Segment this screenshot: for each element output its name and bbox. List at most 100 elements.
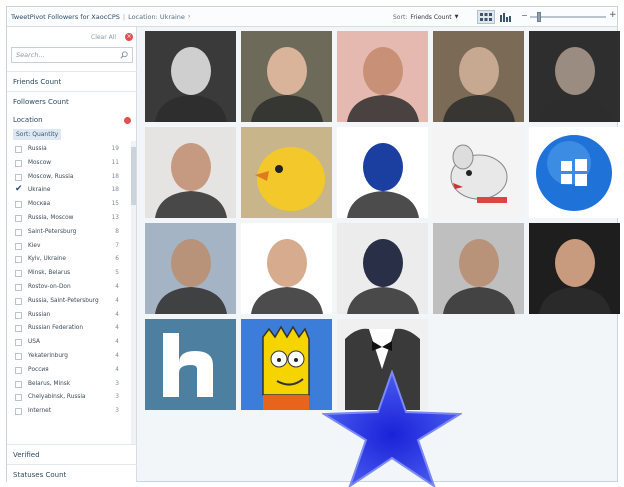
- location-item[interactable]: Russian Federation 4: [7, 322, 131, 336]
- location-item[interactable]: Россия 4: [7, 364, 131, 378]
- avatar: [337, 127, 428, 218]
- grid-view-button[interactable]: [477, 10, 495, 24]
- location-item[interactable]: Russian 4: [7, 309, 131, 323]
- location-checkbox[interactable]: [15, 159, 22, 167]
- avatar-tile-man-outdoors[interactable]: [433, 223, 524, 314]
- location-item[interactable]: Yekaterinburg 4: [7, 350, 131, 364]
- zoom-out-button[interactable]: −: [521, 11, 528, 20]
- location-checkbox[interactable]: [15, 146, 22, 153]
- location-item[interactable]: USA 4: [7, 336, 131, 350]
- location-item[interactable]: Москва 15: [7, 198, 131, 212]
- facet-friends-count[interactable]: Friends Count: [7, 71, 137, 91]
- facet-title: Friends Count: [13, 78, 62, 86]
- clear-filter-icon[interactable]: [124, 117, 131, 124]
- avatar-tile-windows-logo[interactable]: [529, 127, 620, 218]
- avatar: [241, 223, 332, 314]
- location-checkbox[interactable]: [15, 256, 22, 264]
- avatar-tile-man-dark-bg[interactable]: [529, 223, 620, 314]
- avatar-tile-young-man[interactable]: [241, 31, 332, 122]
- location-checkbox[interactable]: [15, 366, 22, 374]
- location-count: 19: [111, 146, 119, 152]
- location-count: 5: [115, 270, 119, 277]
- facet-verified[interactable]: Verified: [7, 444, 137, 464]
- location-checkbox[interactable]: [15, 214, 22, 222]
- zoom-slider-thumb[interactable]: [537, 12, 541, 22]
- location-count: 4: [115, 283, 119, 290]
- location-checkbox[interactable]: [15, 352, 22, 360]
- search-placeholder: Search...: [16, 51, 45, 59]
- avatar-tile-letter-h[interactable]: [145, 319, 236, 410]
- location-count: 4: [115, 339, 119, 346]
- scrollbar[interactable]: [131, 141, 136, 445]
- avatar-tile-man-short-hair[interactable]: [145, 127, 236, 218]
- avatar-tile-bald-man[interactable]: [241, 223, 332, 314]
- sort-label: Sort:: [393, 13, 408, 21]
- location-item[interactable]: Moscow 11: [7, 157, 131, 171]
- avatar-tile-che-guevara[interactable]: [337, 127, 428, 218]
- zoom-in-button[interactable]: +: [609, 10, 617, 20]
- location-item[interactable]: Moscow, Russia 18: [7, 171, 131, 185]
- avatar-tile-cartoon-rat[interactable]: [433, 127, 524, 218]
- location-checkbox[interactable]: [15, 394, 22, 402]
- clear-all-link[interactable]: Clear All: [91, 34, 116, 41]
- search-input[interactable]: Search...: [11, 47, 133, 63]
- avatar: [145, 319, 236, 410]
- location-checkbox[interactable]: [15, 380, 22, 388]
- breadcrumb-app[interactable]: TweetPivot Followers for XaocCPS: [11, 13, 120, 21]
- avatar-tile-gym-photo[interactable]: [145, 31, 236, 122]
- location-item[interactable]: Kiev 7: [7, 240, 131, 254]
- facet-followers-count[interactable]: Followers Count: [7, 91, 137, 111]
- location-checkbox[interactable]: [15, 228, 22, 236]
- avatar-tile-face-closeup[interactable]: [433, 31, 524, 122]
- location-checkbox[interactable]: [15, 311, 22, 319]
- location-label: Russia: [28, 146, 47, 152]
- location-item[interactable]: Russia, Moscow 13: [7, 212, 131, 226]
- location-checkbox[interactable]: [15, 187, 22, 194]
- location-checkbox[interactable]: [15, 242, 22, 250]
- location-item[interactable]: Russia, Saint-Petersburg 4: [7, 295, 131, 309]
- zoom-slider[interactable]: [530, 16, 606, 18]
- avatar-tile-bald-man-smoking[interactable]: [529, 31, 620, 122]
- facet-statuses-count[interactable]: Statuses Count: [7, 464, 137, 484]
- location-label: Russia, Moscow: [28, 214, 74, 221]
- graph-view-button[interactable]: [497, 10, 515, 24]
- location-item[interactable]: Minsk, Belarus 5: [7, 267, 131, 281]
- location-label: Yekaterinburg: [28, 352, 68, 359]
- location-item[interactable]: Internet 3: [7, 405, 131, 419]
- location-count: 18: [111, 187, 119, 194]
- location-checkbox[interactable]: [15, 408, 22, 416]
- facet-title: Followers Count: [13, 98, 69, 106]
- breadcrumb-location[interactable]: Location: Ukraine: [128, 13, 185, 21]
- location-checkbox[interactable]: [15, 270, 22, 278]
- avatar-tile-man-sunglasses[interactable]: [145, 223, 236, 314]
- location-item[interactable]: Rostov-on-Don 4: [7, 281, 131, 295]
- sort-dropdown[interactable]: Sort: Friends Count ▼: [393, 10, 459, 24]
- avatar-tile-man-cap[interactable]: [337, 223, 428, 314]
- pivot-viewer: TweetPivot Followers for XaocCPS | Locat…: [6, 6, 620, 484]
- location-checkbox[interactable]: [15, 339, 22, 347]
- facet-title: Location: [13, 116, 43, 124]
- avatar: [337, 223, 428, 314]
- location-count: 8: [115, 228, 119, 235]
- location-item[interactable]: ✔ Ukraine 18: [7, 184, 131, 198]
- avatar: [241, 127, 332, 218]
- location-checkbox[interactable]: [15, 297, 22, 305]
- scrollbar-thumb[interactable]: [131, 147, 136, 205]
- location-count: 18: [111, 173, 119, 180]
- location-sort-toggle[interactable]: Sort: Quantity: [13, 129, 62, 140]
- location-checkbox[interactable]: [15, 173, 22, 181]
- location-item[interactable]: Kyiv, Ukraine 6: [7, 253, 131, 267]
- location-item[interactable]: Saint-Petersburg 8: [7, 226, 131, 240]
- location-item[interactable]: Russia 19: [7, 143, 131, 157]
- location-checkbox[interactable]: [15, 283, 22, 291]
- facet-location[interactable]: Location: [7, 111, 137, 127]
- location-item[interactable]: Chelyabinsk, Russia 3: [7, 391, 131, 405]
- avatar-tile-bart-simpson[interactable]: [241, 319, 332, 410]
- location-checkbox[interactable]: [15, 325, 22, 333]
- avatar-tile-yellow-chick[interactable]: [241, 127, 332, 218]
- location-checkbox[interactable]: [15, 201, 22, 209]
- avatar-tile-man-pink-bg[interactable]: [337, 31, 428, 122]
- location-item[interactable]: Belarus, Minsk 3: [7, 378, 131, 392]
- clear-all-icon[interactable]: ×: [125, 33, 133, 41]
- location-label: Russia, Saint-Petersburg: [28, 297, 99, 304]
